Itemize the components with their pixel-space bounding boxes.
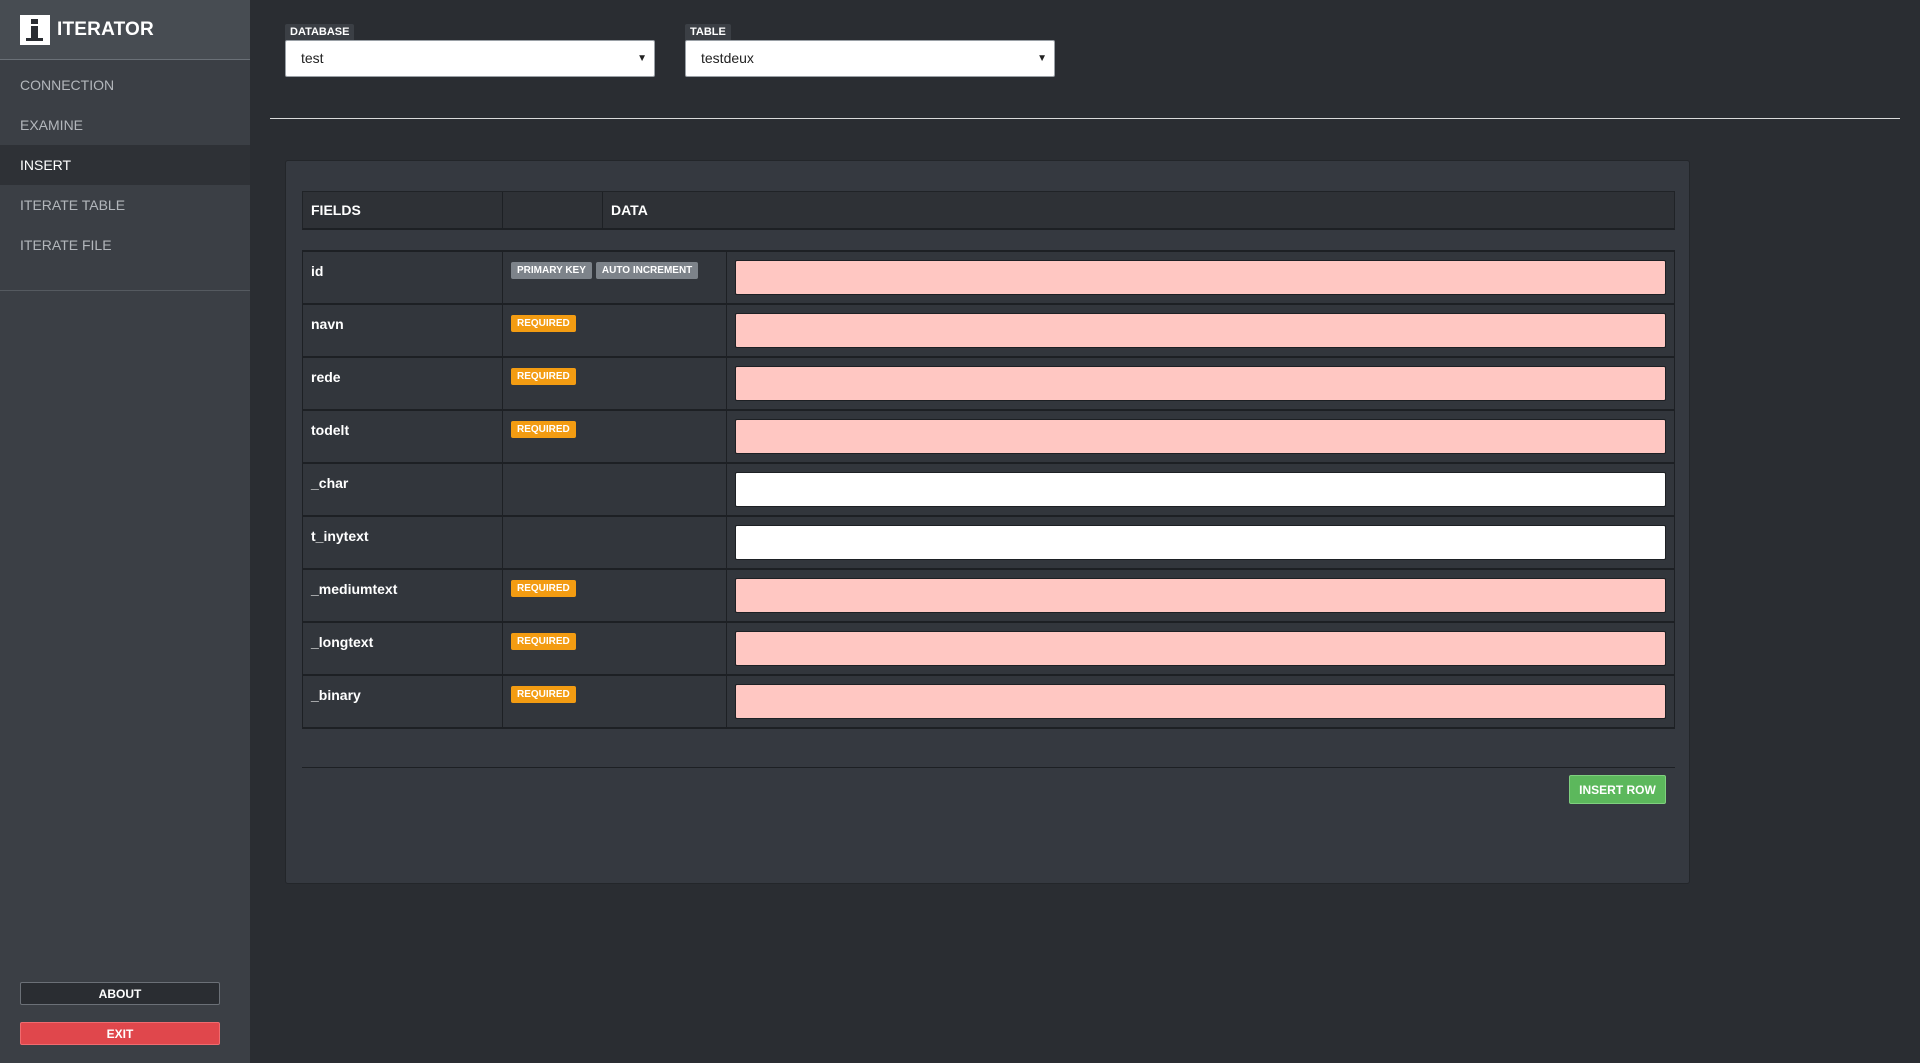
field-data-cell (727, 358, 1674, 409)
field-rows: id PRIMARY KEY AUTO INCREMENT navn REQUIRED r… (302, 250, 1675, 729)
table-header: FIELDS DATA (302, 191, 1675, 230)
table-row: _longtext REQUIRED (302, 623, 1675, 676)
required-badge: REQUIRED (511, 421, 576, 438)
sidebar-item-insert[interactable]: INSERT (0, 145, 250, 185)
field-data-cell (727, 252, 1674, 303)
table-row: _binary REQUIRED (302, 676, 1675, 729)
table-label: TABLE (685, 24, 731, 40)
field-data-cell (727, 464, 1674, 515)
chevron-down-icon: ▼ (1037, 53, 1047, 64)
sidebar-nav: CONNECTION EXAMINE INSERT ITERATE TABLE … (0, 60, 250, 291)
sidebar-item-connection[interactable]: CONNECTION (0, 65, 250, 105)
header-fields: FIELDS (303, 192, 503, 228)
header-tags (503, 192, 603, 228)
field-data-cell (727, 411, 1674, 462)
field-data-cell (727, 676, 1674, 727)
field-value-input[interactable] (735, 578, 1666, 613)
field-tags: REQUIRED (503, 305, 727, 356)
sidebar-item-examine[interactable]: EXAMINE (0, 105, 250, 145)
table-row: id PRIMARY KEY AUTO INCREMENT (302, 252, 1675, 305)
divider (302, 767, 1675, 768)
exit-button[interactable]: EXIT (20, 1022, 220, 1045)
field-value-input[interactable] (735, 313, 1666, 348)
insert-panel: FIELDS DATA id PRIMARY KEY AUTO INCREMENT n… (285, 160, 1690, 884)
required-badge: REQUIRED (511, 686, 576, 703)
field-tags (503, 464, 727, 515)
field-data-cell (727, 305, 1674, 356)
table-select[interactable]: testdeux ▼ (685, 40, 1055, 77)
field-name: t_inytext (303, 517, 503, 568)
required-badge: REQUIRED (511, 633, 576, 650)
field-tags: REQUIRED (503, 358, 727, 409)
field-name: _mediumtext (303, 570, 503, 621)
field-value-input[interactable] (735, 260, 1666, 295)
sidebar-item-iterate-table[interactable]: ITERATE TABLE (0, 185, 250, 225)
table-row: _mediumtext REQUIRED (302, 570, 1675, 623)
field-data-cell (727, 570, 1674, 621)
field-data-cell (727, 517, 1674, 568)
required-badge: REQUIRED (511, 368, 576, 385)
key-badge: PRIMARY KEY (511, 262, 592, 279)
field-value-input[interactable] (735, 684, 1666, 719)
table-row: rede REQUIRED (302, 358, 1675, 411)
table-row: todelt REQUIRED (302, 411, 1675, 464)
field-name: _longtext (303, 623, 503, 674)
field-name: navn (303, 305, 503, 356)
field-name: _binary (303, 676, 503, 727)
field-name: todelt (303, 411, 503, 462)
iterator-logo-icon (20, 14, 50, 45)
field-value-input[interactable] (735, 419, 1666, 454)
table-value: testdeux (701, 50, 754, 66)
required-badge: REQUIRED (511, 315, 576, 332)
field-tags: REQUIRED (503, 623, 727, 674)
field-tags: PRIMARY KEY AUTO INCREMENT (503, 252, 727, 303)
about-button[interactable]: ABOUT (20, 982, 220, 1005)
field-tags (503, 517, 727, 568)
field-tags: REQUIRED (503, 676, 727, 727)
field-tags: REQUIRED (503, 570, 727, 621)
database-selector: DATABASE test ▼ (285, 22, 655, 77)
field-data-cell (727, 623, 1674, 674)
field-tags: REQUIRED (503, 411, 727, 462)
table-row: _char (302, 464, 1675, 517)
field-value-input[interactable] (735, 472, 1666, 507)
insert-row-button[interactable]: INSERT ROW (1569, 775, 1666, 804)
divider (270, 118, 1900, 119)
field-value-input[interactable] (735, 366, 1666, 401)
required-badge: REQUIRED (511, 580, 576, 597)
app-title: ITERATOR (57, 18, 154, 40)
sidebar-item-iterate-file[interactable]: ITERATE FILE (0, 225, 250, 265)
field-name: _char (303, 464, 503, 515)
field-value-input[interactable] (735, 525, 1666, 560)
table-row: navn REQUIRED (302, 305, 1675, 358)
brand: ITERATOR (0, 0, 250, 60)
table-row: t_inytext (302, 517, 1675, 570)
key-badge: AUTO INCREMENT (595, 262, 699, 279)
field-value-input[interactable] (735, 631, 1666, 666)
database-label: DATABASE (285, 24, 355, 40)
table-selector: TABLE testdeux ▼ (685, 22, 1055, 77)
chevron-down-icon: ▼ (637, 53, 647, 64)
sidebar: ITERATOR CONNECTION EXAMINE INSERT ITERA… (0, 0, 250, 1063)
database-value: test (301, 50, 324, 66)
header-data: DATA (611, 202, 648, 218)
database-select[interactable]: test ▼ (285, 40, 655, 77)
field-name: id (303, 252, 503, 303)
field-name: rede (303, 358, 503, 409)
